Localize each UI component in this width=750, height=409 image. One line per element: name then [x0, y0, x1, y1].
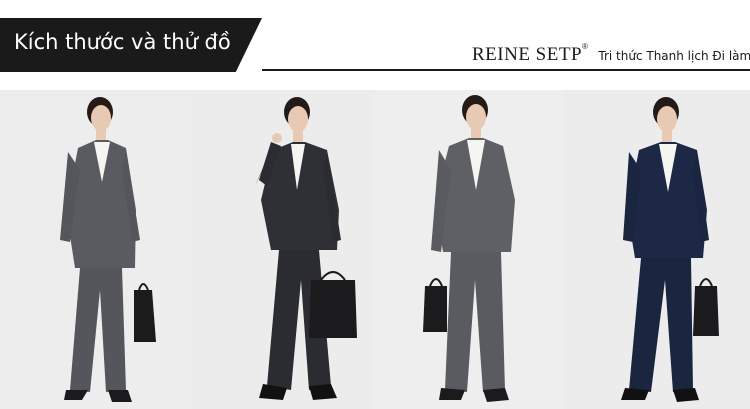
model-photo-1 — [0, 90, 187, 409]
pinstripe-suit-model-illustration — [187, 90, 375, 409]
grey-suit-model-illustration — [0, 90, 187, 409]
brand-tagline: Tri thức Thanh lịch Đi làm — [598, 49, 750, 63]
grey-suit-model-illustration-2 — [375, 90, 563, 409]
page-title: Kích thước và thử đồ — [14, 30, 231, 54]
model-photo-3 — [375, 90, 563, 409]
header-bar: Kích thước và thử đồ REINE SETP® Tri thứ… — [0, 0, 750, 74]
model-photo-strip — [0, 90, 750, 409]
model-photo-4 — [563, 90, 750, 409]
brand-name: REINE SETP — [472, 44, 583, 65]
navy-suit-model-illustration — [563, 90, 750, 409]
header-divider — [262, 69, 750, 71]
brand-block: REINE SETP® Tri thức Thanh lịch Đi làm — [472, 42, 750, 66]
model-photo-2 — [187, 90, 375, 409]
registered-mark: ® — [582, 42, 588, 51]
